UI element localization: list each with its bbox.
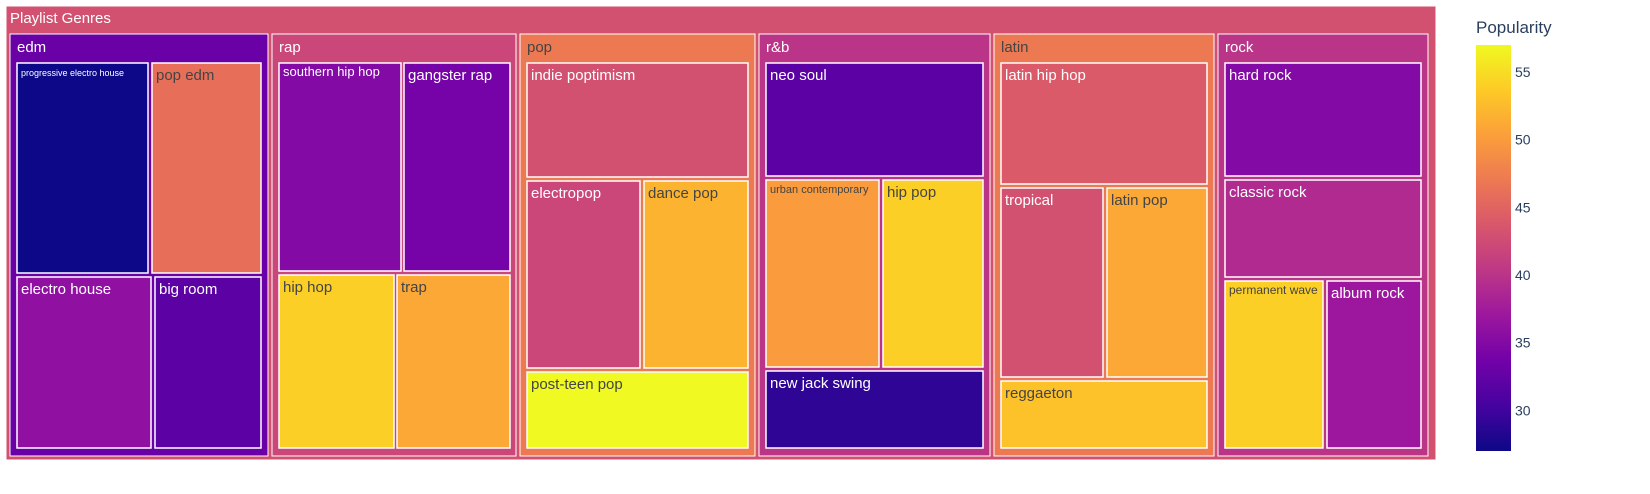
leaf-label-permanent-wave: permanent wave: [1229, 283, 1318, 297]
leaf-tile-latin-pop[interactable]: [1106, 187, 1208, 378]
colorbar-title: Popularity: [1476, 18, 1552, 37]
colorbar-tick-55: 55: [1515, 64, 1531, 80]
leaf-label-electropop: electropop: [531, 185, 601, 202]
leaf-tile-southern-hip-hop[interactable]: [278, 62, 402, 272]
colorbar: [1476, 45, 1511, 451]
leaf-label-indie-poptimism: indie poptimism: [531, 67, 635, 84]
colorbar-tick-45: 45: [1515, 199, 1531, 215]
group-label-rock: rock: [1225, 39, 1254, 56]
leaf-tile-urban-contemporary[interactable]: [765, 179, 880, 368]
leaf-label-trap: trap: [401, 279, 427, 296]
leaf-label-progressive-electro-house: progressive electro house: [21, 68, 124, 78]
leaf-tile-electro-house[interactable]: [16, 276, 152, 449]
colorbar-tick-30: 30: [1515, 402, 1531, 418]
leaf-label-post-teen-pop: post-teen pop: [531, 376, 623, 393]
leaf-label-pop-edm: pop edm: [156, 67, 214, 84]
leaf-label-latin-pop: latin pop: [1111, 192, 1168, 209]
leaf-tile-gangster-rap[interactable]: [403, 62, 511, 272]
group-label-pop: pop: [527, 39, 552, 56]
leaf-label-hard-rock: hard rock: [1229, 67, 1292, 84]
colorbar-tick-35: 35: [1515, 335, 1531, 351]
leaf-label-hip-hop: hip hop: [283, 279, 332, 296]
group-label-edm: edm: [17, 39, 46, 56]
leaf-label-reggaeton: reggaeton: [1005, 385, 1073, 402]
treemap-chart: Playlist Genres edm progressive electro ho…: [5, 5, 1552, 461]
leaf-tile-hip-pop[interactable]: [882, 179, 984, 368]
colorbar-tick-40: 40: [1515, 267, 1531, 283]
leaf-tile-hip-hop[interactable]: [278, 274, 395, 449]
leaf-label-hip-pop: hip pop: [887, 184, 936, 201]
group-label-randb: r&b: [766, 39, 789, 56]
leaf-tile-album-rock[interactable]: [1326, 280, 1422, 449]
leaf-label-dance-pop: dance pop: [648, 185, 718, 202]
root-tile-label: Playlist Genres: [10, 10, 111, 27]
leaf-tile-trap[interactable]: [396, 274, 511, 449]
leaf-label-big-room: big room: [159, 281, 217, 298]
leaf-label-southern-hip-hop: southern hip hop: [283, 64, 380, 79]
leaf-label-electro-house: electro house: [21, 281, 111, 298]
leaf-label-album-rock: album rock: [1331, 285, 1405, 302]
leaf-tile-permanent-wave[interactable]: [1224, 280, 1324, 449]
leaf-tile-progressive-electro-house[interactable]: [16, 62, 149, 274]
leaf-label-latin-hip-hop: latin hip hop: [1005, 67, 1086, 84]
leaf-label-classic-rock: classic rock: [1229, 184, 1307, 201]
leaf-label-neo-soul: neo soul: [770, 67, 827, 84]
group-label-latin: latin: [1001, 39, 1029, 56]
group-label-rap: rap: [279, 39, 301, 56]
leaf-tile-electropop[interactable]: [526, 180, 641, 369]
leaf-label-tropical: tropical: [1005, 192, 1053, 209]
leaf-label-gangster-rap: gangster rap: [408, 67, 492, 84]
colorbar-tick-50: 50: [1515, 132, 1531, 148]
leaf-tile-pop-edm[interactable]: [151, 62, 262, 274]
leaf-label-new-jack-swing: new jack swing: [770, 375, 871, 392]
leaf-tile-dance-pop[interactable]: [643, 180, 749, 369]
leaf-label-urban-contemporary: urban contemporary: [770, 184, 869, 196]
leaf-tile-tropical[interactable]: [1000, 187, 1104, 378]
leaf-tile-big-room[interactable]: [154, 276, 262, 449]
